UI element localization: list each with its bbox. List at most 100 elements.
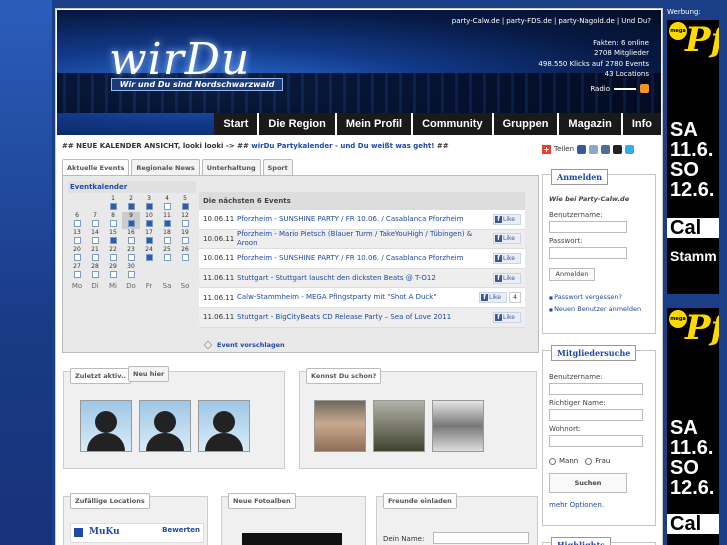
share-label[interactable]: Teilen [554,145,574,153]
nav-community[interactable]: Community [411,113,492,135]
silhouette-icon [213,411,235,433]
calendar-day[interactable]: 10 [140,212,158,229]
calendar-day[interactable]: 2 [122,195,140,212]
toplink-nagold[interactable]: party-Nagold.de [556,17,617,25]
calendar-day[interactable]: 8 [104,212,122,229]
register-link[interactable]: Neuen Benutzer anmelden [549,305,649,313]
calendar-day[interactable]: 17 [140,229,158,246]
calendar-day[interactable]: 16 [122,229,140,246]
password-field[interactable] [549,247,627,259]
calendar-day[interactable]: 28 [86,263,104,280]
forgot-password-link[interactable]: Passwort vergessen? [549,293,649,301]
event-link[interactable]: Stuttgart - Stuttgart lauscht den dickst… [233,274,493,283]
facebook-like-button[interactable]: f Like [493,272,521,284]
city-field[interactable] [549,435,643,447]
calendar-day[interactable]: 9 [122,212,140,229]
facebook-like-button[interactable]: f Like [493,311,521,323]
calendar-day[interactable]: 6 [68,212,86,229]
studivz-icon[interactable] [601,144,611,154]
twitter-icon[interactable] [625,144,635,154]
calendar-day[interactable]: 22 [104,246,122,263]
more-options-link[interactable]: mehr Optionen. [549,501,649,509]
location-name[interactable]: MuKu [89,527,120,537]
login-button[interactable]: Anmelden [549,268,595,281]
calendar-day[interactable]: 5 [176,195,194,212]
calendar-day[interactable]: 21 [86,246,104,263]
event-link[interactable]: Pforzheim - Mario Pietsch (Blauer Turm /… [233,230,493,248]
calendar-day[interactable]: 4 [158,195,176,212]
nav-region[interactable]: Die Region [257,113,334,135]
toplink-calw[interactable]: party-Calw.de [450,17,502,25]
email-icon[interactable] [613,144,623,154]
news-link[interactable]: wirDu Partykalender - und Du weißt was g… [251,142,434,150]
member-avatar[interactable] [80,400,132,452]
tab-sport[interactable]: Sport [262,159,293,175]
event-link[interactable]: Stuttgart - BigCityBeats CD Release Part… [233,313,493,322]
calendar-day[interactable]: 13 [68,229,86,246]
calendar-day[interactable]: 20 [68,246,86,263]
member-photo[interactable] [314,400,366,452]
tab-recently-active[interactable]: Zuletzt aktiv.. [70,368,131,384]
calendar-day[interactable]: 18 [158,229,176,246]
facebook-like-button[interactable]: f Like [493,252,521,264]
tab-know-you[interactable]: Kennst Du schon? [306,368,382,384]
ad-banner-1[interactable]: mega Pf SA 11.6. SO 12.6. Cal Stamm [667,20,719,294]
calendar-day[interactable]: 11 [158,212,176,229]
tab-regional-news[interactable]: Regionale News [131,159,200,175]
rate-location-link[interactable]: Bewerten [162,526,200,534]
nav-groups[interactable]: Gruppen [491,113,558,135]
nav-profile[interactable]: Mein Profil [334,113,411,135]
calendar-day[interactable]: 24 [140,246,158,263]
male-radio[interactable] [549,457,556,465]
toplink-fds[interactable]: party-FDS.de [504,17,554,25]
your-name-input[interactable] [433,532,529,544]
calendar-day[interactable]: 25 [158,246,176,263]
member-photo[interactable] [432,400,484,452]
facebook-icon[interactable] [577,144,587,154]
calendar-day[interactable]: 19 [176,229,194,246]
nav-start[interactable]: Start [214,113,257,135]
rss-icon[interactable] [640,84,649,93]
realname-field[interactable] [549,409,643,421]
location-item[interactable]: MuKu Bewerten [70,523,204,543]
event-link[interactable]: Pforzheim - SUNSHINE PARTY / FR 10.06. /… [233,215,493,224]
calendar-day[interactable]: 14 [86,229,104,246]
calendar-day-number: 26 [181,246,189,253]
search-username-field[interactable] [549,383,643,395]
calendar-day[interactable]: 26 [176,246,194,263]
facebook-like-button[interactable]: f Like [493,233,521,245]
nav-info[interactable]: Info [620,113,661,135]
calendar-day[interactable]: 15 [104,229,122,246]
calendar-day-number: 20 [73,246,81,253]
member-avatar[interactable] [139,400,191,452]
myspace-icon[interactable] [589,144,599,154]
member-photo[interactable] [373,400,425,452]
calendar-day[interactable]: 23 [122,246,140,263]
facebook-like-button[interactable]: f Like [493,213,521,225]
member-avatar[interactable] [198,400,250,452]
album-thumbnail[interactable] [242,533,342,545]
username-field[interactable] [549,221,627,233]
calendar-day[interactable]: 30 [122,263,140,280]
event-link[interactable]: Pforzheim - SUNSHINE PARTY / FR 10.06. /… [233,254,493,263]
tab-new-here[interactable]: Neu hier [128,366,170,382]
share-plus-icon[interactable]: + [542,144,551,154]
calendar-day[interactable]: 27 [68,263,86,280]
suggest-event-link[interactable]: Event vorschlagen [203,340,285,350]
toplink-und-du[interactable]: Und Du? [619,17,653,25]
radio-link[interactable]: Radio [590,84,649,93]
calendar-day[interactable]: 7 [86,212,104,229]
calendar-day[interactable]: 3 [140,195,158,212]
nav-magazine[interactable]: Magazin [557,113,620,135]
realname-label: Richtiger Name: [549,399,606,407]
tab-entertainment[interactable]: Unterhaltung [201,159,261,175]
calendar-day[interactable]: 12 [176,212,194,229]
event-link[interactable]: Calw-Stammheim - MEGA Pfingstparty mit "… [233,293,479,302]
ad-banner-2[interactable]: mega Pf SA 11.6. SO 12.6. Cal [667,308,719,545]
search-button[interactable]: Suchen [549,473,627,493]
tab-current-events[interactable]: Aktuelle Events [62,159,130,176]
calendar-day[interactable]: 1 [104,195,122,212]
calendar-day[interactable]: 29 [104,263,122,280]
facebook-like-button[interactable]: f Like [479,292,507,304]
female-radio[interactable] [585,457,593,465]
